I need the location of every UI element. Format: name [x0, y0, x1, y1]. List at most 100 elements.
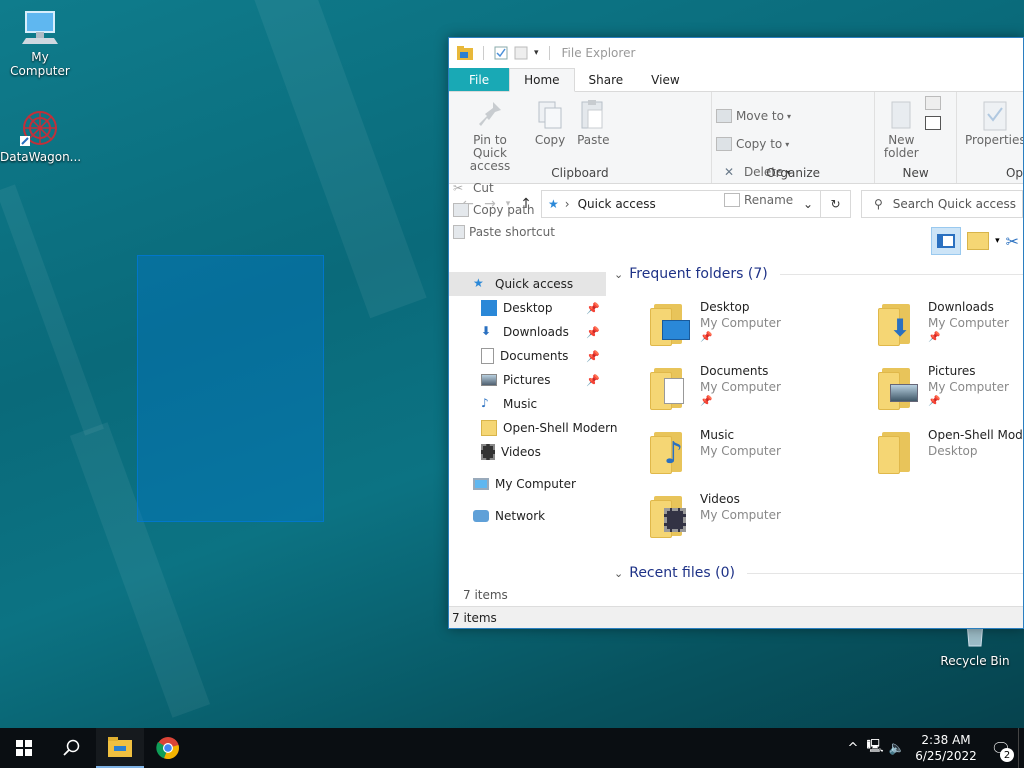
windows-logo-icon	[16, 740, 32, 756]
taskbar-chrome[interactable]	[144, 728, 192, 768]
collapse-chevron-icon: ⌄	[614, 566, 624, 580]
items-count: 7 items	[463, 588, 508, 602]
properties-icon	[983, 101, 1007, 131]
desktop-icon-datawagon[interactable]: DataWagon...	[0, 108, 81, 164]
network-icon[interactable]: 🖳	[864, 737, 886, 759]
rename-button[interactable]: Rename	[723, 186, 793, 214]
taskbar: ^ 🖳 🔈 2:38 AM 6/25/2022 🗨 2	[0, 728, 1024, 768]
file-explorer-window[interactable]: ▾ File Explorer File Home Share View Pin…	[448, 37, 1024, 629]
rename-icon	[723, 193, 740, 207]
nav-item-desktop[interactable]: Desktop 📌	[449, 296, 606, 320]
clock-date: 6/25/2022	[915, 749, 977, 763]
quick-access-toolbar: ▾	[457, 46, 554, 60]
refresh-icon: ↻	[830, 197, 841, 211]
move-to-icon	[715, 109, 732, 123]
scissors-icon: ✂	[453, 181, 464, 195]
nav-item-music[interactable]: ♪ Music	[449, 392, 606, 416]
pin-icon: 📌	[700, 332, 713, 343]
address-dropdown-icon[interactable]: ⌄	[796, 197, 820, 211]
chrome-icon	[156, 737, 179, 760]
paste-button[interactable]: Paste	[573, 96, 613, 149]
properties-check-icon[interactable]	[494, 46, 508, 60]
refresh-button[interactable]: ↻	[821, 190, 851, 218]
new-group: New folder New	[875, 92, 957, 183]
new-folder-qa-icon[interactable]	[514, 46, 528, 60]
folder-icon	[878, 428, 922, 474]
search-button[interactable]	[48, 728, 96, 768]
computer-icon	[20, 8, 60, 48]
status-bar: 7 items	[449, 606, 1023, 628]
show-desktop-button[interactable]	[1018, 728, 1024, 768]
tab-home[interactable]: Home	[509, 68, 575, 92]
clipboard-label: Clipboard	[551, 166, 609, 180]
nav-item-pictures[interactable]: Pictures 📌	[449, 368, 606, 392]
pin-icon: 📌	[928, 396, 941, 407]
folder-tile-open-shell[interactable]: Open-Shell Modern Desktop	[878, 428, 1023, 474]
nav-item-downloads[interactable]: ⬇ Downloads 📌	[449, 320, 606, 344]
start-button[interactable]	[0, 728, 48, 768]
taskbar-file-explorer[interactable]	[96, 728, 144, 768]
nav-item-videos[interactable]: Videos	[449, 440, 606, 464]
search-placeholder: Search Quick access	[892, 197, 1017, 211]
desktop-icon-label: My Computer	[10, 50, 70, 78]
search-icon: ⚲	[874, 197, 883, 211]
breadcrumb[interactable]: Quick access	[578, 197, 656, 211]
download-arrow-icon: ⬇	[481, 324, 492, 338]
tab-file[interactable]: File	[449, 68, 510, 91]
status-text: 7 items	[452, 610, 497, 625]
new-label: New	[902, 166, 929, 180]
paste-shortcut-button[interactable]: Paste shortcut	[453, 221, 555, 243]
tab-view[interactable]: View	[637, 68, 693, 91]
title-bar[interactable]: ▾ File Explorer	[449, 38, 1023, 68]
open-label: Op	[1005, 166, 1023, 180]
folder-tile-desktop[interactable]: Desktop My Computer 📌	[650, 300, 781, 346]
move-to-button[interactable]: Move to ▾	[715, 102, 791, 130]
volume-icon[interactable]: 🔈	[886, 741, 908, 756]
copy-path-button[interactable]: Copy path	[453, 199, 555, 221]
nav-item-open-shell[interactable]: Open-Shell Modern	[449, 416, 618, 440]
document-icon	[481, 348, 494, 364]
action-center-button[interactable]: 🗨 2	[984, 728, 1018, 768]
clock[interactable]: 2:38 AM 6/25/2022	[914, 732, 978, 764]
properties-button[interactable]: Properties	[961, 96, 1023, 149]
tab-share[interactable]: Share	[575, 68, 638, 91]
copy-button[interactable]: Copy	[531, 96, 569, 149]
pin-icon: 📌	[586, 373, 600, 387]
window-title: File Explorer	[561, 46, 636, 60]
organize-group: Move to ▾ Copy to ▾ ✕ Delete ▾ Rename Organ…	[712, 92, 876, 207]
show-hidden-icons-chevron-icon[interactable]: ^	[842, 741, 864, 756]
ribbon-tabs: File Home Share View	[449, 68, 1023, 92]
documents-folder-icon	[650, 364, 694, 410]
clipboard-group: Pin to Quick access Copy Paste ✂ Cut Cop…	[449, 92, 712, 239]
search-input[interactable]: ⚲ Search Quick access	[861, 190, 1023, 218]
cut-button[interactable]: ✂ Cut	[453, 177, 555, 199]
folder-tile-pictures[interactable]: Pictures My Computer 📌	[878, 364, 1009, 410]
desktop-icon	[481, 300, 497, 316]
folder-tile-music[interactable]: ♪ Music My Computer	[650, 428, 781, 474]
folder-tile-documents[interactable]: Documents My Computer 📌	[650, 364, 781, 410]
network-icon	[473, 510, 489, 522]
new-folder-button[interactable]: New folder	[879, 96, 923, 162]
desktop-folder-icon	[650, 300, 694, 346]
folder-tile-videos[interactable]: Videos My Computer	[650, 492, 781, 538]
pin-to-quick-access-button[interactable]: Pin to Quick access	[453, 96, 527, 175]
folder-icon	[457, 46, 473, 60]
folder-icon	[481, 420, 497, 436]
new-folder-toolbar-icon[interactable]	[967, 232, 990, 250]
copy-to-button[interactable]: Copy to ▾	[715, 130, 791, 158]
customize-dropdown-icon[interactable]: ▾	[534, 48, 539, 58]
nav-item-documents[interactable]: Documents 📌	[449, 344, 606, 368]
nav-item-network[interactable]: Network	[449, 504, 606, 528]
cut-toolbar-icon[interactable]: ✂	[1006, 232, 1019, 251]
easy-access-icon[interactable]	[925, 116, 942, 130]
nav-item-quick-access[interactable]: ★ Quick access	[449, 272, 606, 296]
navigation-pane: ★ Quick access Desktop 📌 ⬇ Downloads 📌 D…	[449, 272, 618, 602]
folder-tile-downloads[interactable]: ⬇ Downloads My Computer 📌	[878, 300, 1009, 346]
frequent-folders-header[interactable]: ⌄ Frequent folders (7)	[614, 266, 1023, 282]
new-item-icon[interactable]	[925, 96, 942, 110]
nav-item-my-computer[interactable]: My Computer	[449, 472, 606, 496]
navigation-pane-toggle-icon[interactable]	[931, 227, 962, 255]
desktop-icon-my-computer[interactable]: My Computer	[0, 8, 80, 78]
toolbar-dropdown-icon[interactable]: ▾	[995, 236, 1000, 246]
recent-files-header[interactable]: ⌄ Recent files (0)	[614, 565, 1023, 581]
